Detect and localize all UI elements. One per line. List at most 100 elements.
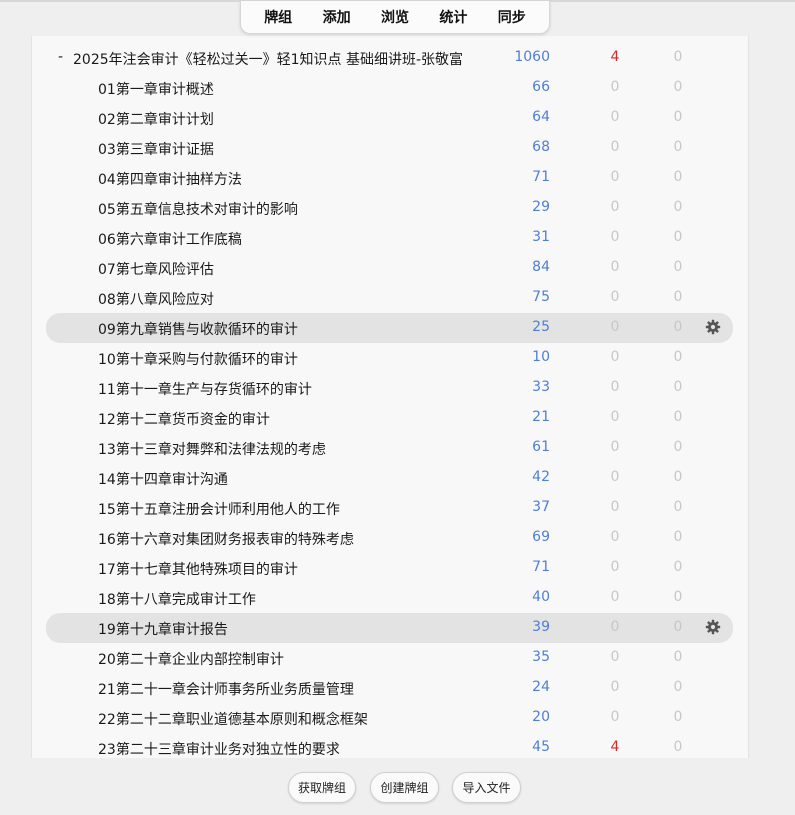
deck-row[interactable]: 06第六章审计工作底稿 31 0 0 bbox=[46, 223, 733, 253]
new-count: 25 bbox=[532, 319, 550, 335]
learn-count: 0 bbox=[610, 109, 620, 125]
toolbar-stats-button[interactable]: 统计 bbox=[433, 3, 473, 31]
due-count: 0 bbox=[673, 589, 683, 605]
due-count: 0 bbox=[673, 109, 683, 125]
learn-count: 0 bbox=[610, 349, 620, 365]
due-count: 0 bbox=[673, 709, 683, 725]
deck-row[interactable]: 05第五章信息技术对审计的影响 29 0 0 bbox=[46, 193, 733, 223]
deck-row[interactable]: 03第三章审计证据 68 0 0 bbox=[46, 133, 733, 163]
deck-row[interactable]: 17第十七章其他特殊项目的审计 71 0 0 bbox=[46, 553, 733, 583]
collapse-toggle[interactable]: - bbox=[58, 49, 63, 65]
new-count: 40 bbox=[532, 589, 550, 605]
deck-name[interactable]: 14第十四章审计沟通 bbox=[98, 469, 228, 489]
learn-count: 0 bbox=[610, 499, 620, 515]
new-count: 37 bbox=[532, 499, 550, 515]
deck-name[interactable]: 22第二十二章职业道德基本原则和概念框架 bbox=[98, 709, 368, 729]
new-count: 33 bbox=[532, 379, 550, 395]
new-count: 61 bbox=[532, 439, 550, 455]
new-count: 35 bbox=[532, 649, 550, 665]
due-count: 0 bbox=[673, 229, 683, 245]
deck-name[interactable]: 01第一章审计概述 bbox=[98, 79, 214, 99]
deck-row[interactable]: 21第二十一章会计师事务所业务质量管理 24 0 0 bbox=[46, 673, 733, 703]
new-count: 31 bbox=[532, 229, 550, 245]
deck-name[interactable]: 11第十一章生产与存货循环的审计 bbox=[98, 379, 312, 399]
deck-name[interactable]: 06第六章审计工作底稿 bbox=[98, 229, 242, 249]
deck-row[interactable]: 01第一章审计概述 66 0 0 bbox=[46, 73, 733, 103]
deck-name[interactable]: 08第八章风险应对 bbox=[98, 289, 214, 309]
parent-deck-row[interactable]: - 2025年注会审计《轻松过关一》轻1知识点 基础细讲班-张敬富 1060 4… bbox=[46, 43, 733, 73]
learn-count: 0 bbox=[610, 559, 620, 575]
due-count: 0 bbox=[673, 409, 683, 425]
create-deck-button[interactable]: 创建牌组 bbox=[370, 772, 439, 803]
learn-count: 0 bbox=[610, 649, 620, 665]
learn-count: 0 bbox=[610, 709, 620, 725]
deck-name[interactable]: 18第十八章完成审计工作 bbox=[98, 589, 256, 609]
deck-row[interactable]: 22第二十二章职业道德基本原则和概念框架 20 0 0 bbox=[46, 703, 733, 733]
deck-name[interactable]: 21第二十一章会计师事务所业务质量管理 bbox=[98, 679, 354, 699]
deck-row[interactable]: 08第八章风险应对 75 0 0 bbox=[46, 283, 733, 313]
deck-name[interactable]: 07第七章风险评估 bbox=[98, 259, 214, 279]
learn-count: 0 bbox=[610, 529, 620, 545]
deck-name[interactable]: 19第十九章审计报告 bbox=[98, 619, 228, 639]
deck-name[interactable]: 10第十章采购与付款循环的审计 bbox=[98, 349, 298, 369]
deck-row[interactable]: 18第十八章完成审计工作 40 0 0 bbox=[46, 583, 733, 613]
get-shared-button[interactable]: 获取牌组 bbox=[288, 772, 356, 803]
new-count: 66 bbox=[532, 79, 550, 95]
new-count: 75 bbox=[532, 289, 550, 305]
deck-name[interactable]: 2025年注会审计《轻松过关一》轻1知识点 基础细讲班-张敬富 bbox=[73, 49, 463, 69]
new-count: 71 bbox=[532, 169, 550, 185]
due-count: 0 bbox=[673, 169, 683, 185]
gear-icon[interactable] bbox=[705, 319, 721, 335]
learn-count: 0 bbox=[610, 469, 620, 485]
due-count: 0 bbox=[673, 49, 683, 65]
learn-count: 0 bbox=[610, 439, 620, 455]
toolbar-decks-button[interactable]: 牌组 bbox=[258, 3, 298, 31]
new-count: 45 bbox=[532, 739, 550, 755]
deck-row[interactable]: 15第十五章注册会计师利用他人的工作 37 0 0 bbox=[46, 493, 733, 523]
deck-name[interactable]: 03第三章审计证据 bbox=[98, 139, 214, 159]
new-count: 10 bbox=[532, 349, 550, 365]
deck-name[interactable]: 05第五章信息技术对审计的影响 bbox=[98, 199, 298, 219]
toolbar-add-button[interactable]: 添加 bbox=[317, 3, 357, 31]
toolbar-sync-button[interactable]: 同步 bbox=[492, 3, 532, 31]
deck-row[interactable]: 20第二十章企业内部控制审计 35 0 0 bbox=[46, 643, 733, 673]
deck-row[interactable]: 19第十九章审计报告 39 0 0 bbox=[46, 613, 733, 643]
gear-icon[interactable] bbox=[705, 619, 721, 635]
deck-row[interactable]: 14第十四章审计沟通 42 0 0 bbox=[46, 463, 733, 493]
deck-row[interactable]: 09第九章销售与收款循环的审计 25 0 0 bbox=[46, 313, 733, 343]
due-count: 0 bbox=[673, 289, 683, 305]
deck-name[interactable]: 15第十五章注册会计师利用他人的工作 bbox=[98, 499, 340, 519]
deck-name[interactable]: 17第十七章其他特殊项目的审计 bbox=[98, 559, 298, 579]
learn-count: 0 bbox=[610, 679, 620, 695]
toolbar-browse-button[interactable]: 浏览 bbox=[375, 3, 415, 31]
bottom-bar: 获取牌组 创建牌组 导入文件 bbox=[0, 768, 795, 808]
deck-name[interactable]: 16第十六章对集团财务报表审的特殊考虑 bbox=[98, 529, 354, 549]
due-count: 0 bbox=[673, 139, 683, 155]
deck-row[interactable]: 12第十二章货币资金的审计 21 0 0 bbox=[46, 403, 733, 433]
deck-name[interactable]: 23第二十三章审计业务对独立性的要求 bbox=[98, 739, 340, 759]
new-count: 84 bbox=[532, 259, 550, 275]
learn-count: 0 bbox=[610, 169, 620, 185]
deck-name[interactable]: 04第四章审计抽样方法 bbox=[98, 169, 242, 189]
deck-name[interactable]: 12第十二章货币资金的审计 bbox=[98, 409, 270, 429]
deck-name[interactable]: 02第二章审计计划 bbox=[98, 109, 214, 129]
deck-row[interactable]: 07第七章风险评估 84 0 0 bbox=[46, 253, 733, 283]
new-count: 68 bbox=[532, 139, 550, 155]
learn-count: 0 bbox=[610, 199, 620, 215]
deck-row[interactable]: 11第十一章生产与存货循环的审计 33 0 0 bbox=[46, 373, 733, 403]
deck-row[interactable]: 16第十六章对集团财务报表审的特殊考虑 69 0 0 bbox=[46, 523, 733, 553]
deck-row[interactable]: 13第十三章对舞弊和法律法规的考虑 61 0 0 bbox=[46, 433, 733, 463]
deck-name[interactable]: 20第二十章企业内部控制审计 bbox=[98, 649, 284, 669]
deck-name[interactable]: 09第九章销售与收款循环的审计 bbox=[98, 319, 298, 339]
learn-count: 0 bbox=[610, 409, 620, 425]
deck-row[interactable]: 04第四章审计抽样方法 71 0 0 bbox=[46, 163, 733, 193]
deck-name[interactable]: 13第十三章对舞弊和法律法规的考虑 bbox=[98, 439, 326, 459]
due-count: 0 bbox=[673, 319, 683, 335]
deck-row[interactable]: 10第十章采购与付款循环的审计 10 0 0 bbox=[46, 343, 733, 373]
deck-row[interactable]: 23第二十三章审计业务对独立性的要求 45 4 0 bbox=[46, 733, 733, 763]
learn-count: 0 bbox=[610, 619, 620, 635]
learn-count: 0 bbox=[610, 319, 620, 335]
deck-row[interactable]: 02第二章审计计划 64 0 0 bbox=[46, 103, 733, 133]
learn-count: 0 bbox=[610, 289, 620, 305]
import-file-button[interactable]: 导入文件 bbox=[452, 772, 521, 803]
